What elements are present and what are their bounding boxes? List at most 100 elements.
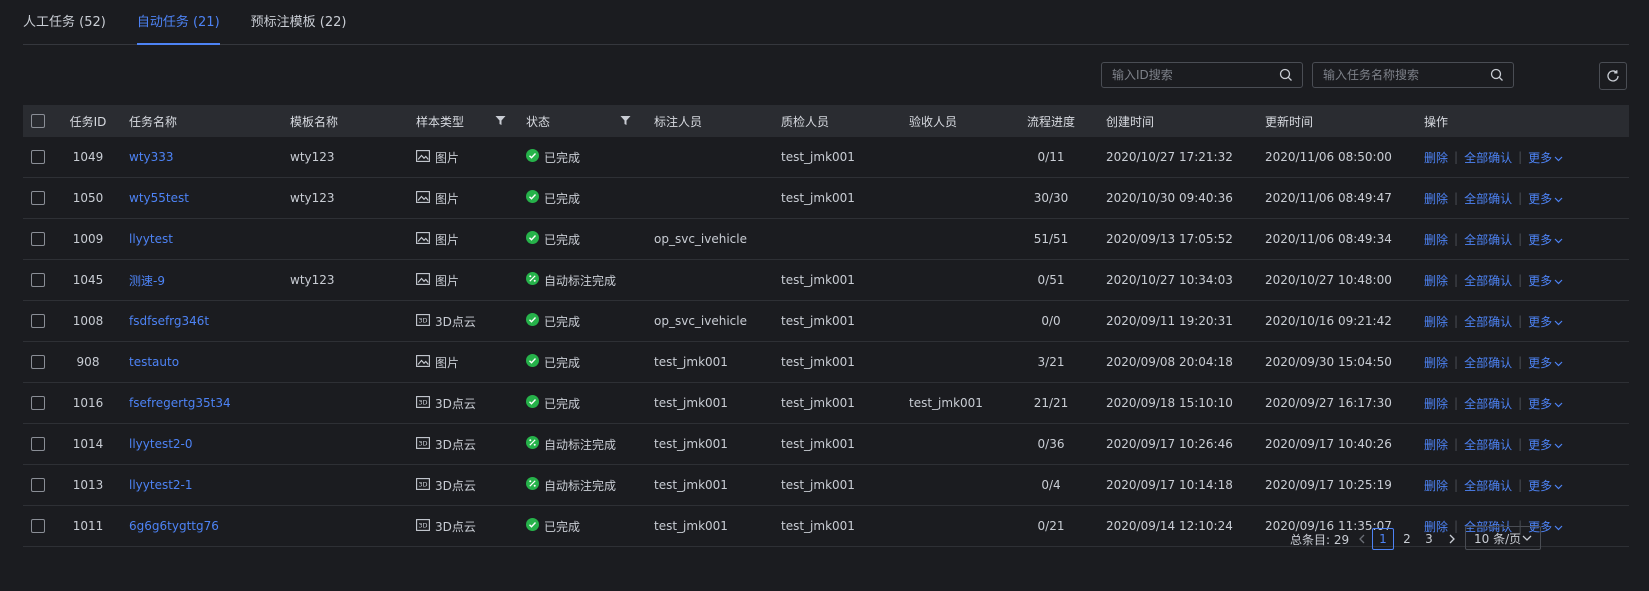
- task-name-link[interactable]: testauto: [129, 342, 179, 382]
- task-table: 任务ID 任务名称 模板名称 样本类型 状态 标注人员 质检人员 验收人员 流程…: [23, 105, 1629, 547]
- confirm-all-button[interactable]: 全部确认: [1464, 190, 1512, 207]
- chevron-down-icon: [1554, 361, 1563, 366]
- confirm-all-button[interactable]: 全部确认: [1464, 231, 1512, 248]
- row-checkbox[interactable]: [31, 396, 45, 410]
- header-annotator: 标注人员: [654, 114, 703, 129]
- search-icon[interactable]: [1490, 68, 1504, 82]
- filter-icon[interactable]: [495, 115, 506, 126]
- next-page-button[interactable]: [1441, 528, 1463, 550]
- task-name-link[interactable]: 6g6g6tygttg76: [129, 506, 219, 546]
- id-search-input[interactable]: [1102, 63, 1302, 87]
- confirm-all-button[interactable]: 全部确认: [1464, 477, 1512, 494]
- template-name: wty123: [290, 191, 335, 205]
- confirm-all-button[interactable]: 全部确认: [1464, 436, 1512, 453]
- chevron-down-icon: [1554, 525, 1563, 530]
- divider: |: [1454, 191, 1459, 205]
- more-button[interactable]: 更多: [1528, 190, 1563, 207]
- row-checkbox[interactable]: [31, 232, 45, 246]
- table-row: 1016 fsefregertg35t34 3D 3D点云 已完成 test_jm…: [23, 383, 1629, 424]
- more-button[interactable]: 更多: [1528, 231, 1563, 248]
- more-label: 更多: [1528, 437, 1553, 452]
- delete-button[interactable]: 删除: [1424, 190, 1448, 207]
- name-search-input[interactable]: [1313, 63, 1513, 87]
- sample-type-label: 3D点云: [435, 314, 476, 329]
- confirm-all-button[interactable]: 全部确认: [1464, 313, 1512, 330]
- tab-manual-tasks[interactable]: 人工任务 (52): [23, 0, 106, 44]
- check-circle-icon: [526, 149, 539, 165]
- delete-button[interactable]: 删除: [1424, 436, 1448, 453]
- page-button-2[interactable]: 2: [1396, 528, 1418, 550]
- updated-time: 2020/10/16 09:21:42: [1265, 314, 1392, 328]
- more-button[interactable]: 更多: [1528, 354, 1563, 371]
- image-icon: [416, 149, 430, 165]
- more-label: 更多: [1528, 478, 1553, 493]
- delete-button[interactable]: 删除: [1424, 272, 1448, 289]
- more-button[interactable]: 更多: [1528, 272, 1563, 289]
- qc-person: test_jmk001: [781, 355, 855, 369]
- delete-button[interactable]: 删除: [1424, 354, 1448, 371]
- sample-type: 图片: [416, 342, 459, 382]
- tab-preannotation-templates[interactable]: 预标注模板 (22): [251, 0, 347, 44]
- row-checkbox[interactable]: [31, 150, 45, 164]
- sample-type-label: 图片: [435, 273, 460, 288]
- total-count: 总条目: 29: [1290, 533, 1350, 547]
- task-name-link[interactable]: fsefregertg35t34: [129, 383, 231, 423]
- chevron-down-icon: [1554, 279, 1563, 284]
- confirm-all-button[interactable]: 全部确认: [1464, 272, 1512, 289]
- confirm-all-button[interactable]: 全部确认: [1464, 354, 1512, 371]
- row-checkbox[interactable]: [31, 519, 45, 533]
- check-circle-icon: [526, 395, 539, 411]
- row-checkbox[interactable]: [31, 314, 45, 328]
- task-name-link[interactable]: 测速-9: [129, 260, 165, 300]
- delete-button[interactable]: 删除: [1424, 477, 1448, 494]
- row-checkbox[interactable]: [31, 191, 45, 205]
- table-row: 1008 fsdfsefrg346t 3D 3D点云 已完成 op_svc_ive…: [23, 301, 1629, 342]
- task-name-link[interactable]: llyytest2-0: [129, 424, 193, 464]
- row-checkbox[interactable]: [31, 437, 45, 451]
- filter-icon[interactable]: [620, 115, 631, 126]
- task-name-link[interactable]: wty333: [129, 137, 174, 177]
- status-label: 自动标注完成: [544, 478, 617, 493]
- more-button[interactable]: 更多: [1528, 395, 1563, 412]
- check-circle-icon: [526, 354, 539, 370]
- status: 自动标注完成: [526, 424, 616, 464]
- header-ops: 操作: [1424, 114, 1449, 129]
- delete-button[interactable]: 删除: [1424, 149, 1448, 166]
- progress: 21/21: [1033, 396, 1069, 410]
- confirm-all-button[interactable]: 全部确认: [1464, 149, 1512, 166]
- page-button-1[interactable]: 1: [1372, 528, 1394, 550]
- qc-person: test_jmk001: [781, 314, 855, 328]
- delete-button[interactable]: 删除: [1424, 395, 1448, 412]
- task-name-link[interactable]: llyytest: [129, 219, 173, 259]
- delete-button[interactable]: 删除: [1424, 313, 1448, 330]
- search-icon[interactable]: [1279, 68, 1293, 82]
- confirm-all-button[interactable]: 全部确认: [1464, 395, 1512, 412]
- page-size-select[interactable]: 10 条/页: [1465, 526, 1541, 550]
- divider: |: [1518, 396, 1523, 410]
- tab-auto-tasks[interactable]: 自动任务 (21): [136, 0, 220, 45]
- status-label: 已完成: [544, 232, 581, 247]
- more-button[interactable]: 更多: [1528, 149, 1563, 166]
- more-button[interactable]: 更多: [1528, 313, 1563, 330]
- row-checkbox[interactable]: [31, 273, 45, 287]
- task-name-link[interactable]: llyytest2-1: [129, 465, 193, 505]
- more-button[interactable]: 更多: [1528, 477, 1563, 494]
- header-progress: 流程进度: [1026, 114, 1075, 129]
- table-row: 1049 wty333 wty123 图片 已完成 test_jmk001 0/…: [23, 137, 1629, 178]
- prev-page-button[interactable]: [1351, 528, 1373, 550]
- refresh-button[interactable]: [1599, 62, 1627, 90]
- table-row: 1014 llyytest2-0 3D 3D点云 自动标注完成 test_jmk0…: [23, 424, 1629, 465]
- table-body: 1049 wty333 wty123 图片 已完成 test_jmk001 0/…: [23, 137, 1629, 547]
- more-button[interactable]: 更多: [1528, 436, 1563, 453]
- divider: |: [1454, 437, 1459, 451]
- task-name-link[interactable]: wty55test: [129, 178, 189, 218]
- page-button-3[interactable]: 3: [1418, 528, 1440, 550]
- chevron-down-icon: [1554, 197, 1563, 202]
- task-name-link[interactable]: fsdfsefrg346t: [129, 301, 209, 341]
- row-checkbox[interactable]: [31, 478, 45, 492]
- divider: |: [1454, 396, 1459, 410]
- status: 已完成: [526, 506, 580, 546]
- delete-button[interactable]: 删除: [1424, 231, 1448, 248]
- select-all-checkbox[interactable]: [31, 114, 45, 128]
- row-checkbox[interactable]: [31, 355, 45, 369]
